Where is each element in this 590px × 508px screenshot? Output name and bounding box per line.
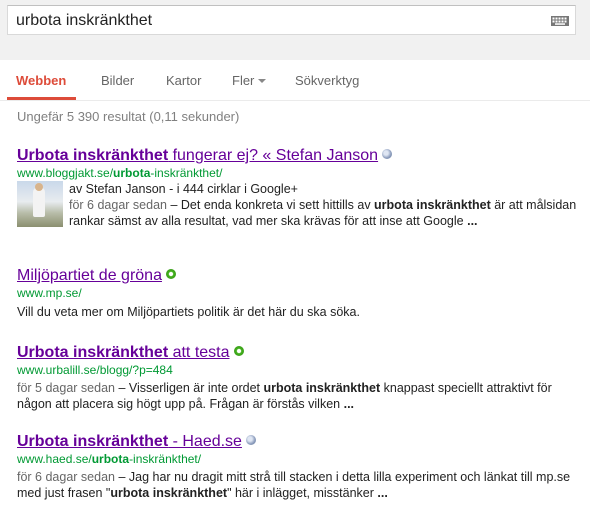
result-snippet: för 6 dagar sedan – Jag har nu dragit mi… [17,470,571,500]
tab-sokverktyg[interactable]: Sökverktyg [295,73,359,88]
search-result: Urbota inskränkthet - Haed.se www.haed.s… [17,432,577,501]
tab-webben[interactable]: Webben [16,73,66,88]
result-url: www.bloggjakt.se/urbota-inskränkthet/ [17,166,223,180]
result-url: www.haed.se/urbota-inskränkthet/ [17,452,202,466]
author-text: av Stefan Janson - i 444 cirklar i Googl… [69,181,577,229]
tab-label: Bilder [101,73,135,88]
keyboard-icon[interactable] [551,16,569,26]
result-url: www.urbalill.se/blogg/?p=484 [17,363,173,377]
tab-bilder[interactable]: Bilder [101,73,134,88]
active-tab-indicator [7,97,76,100]
search-result: Urbota inskränkthet att testa www.urbali… [17,343,577,412]
avatar-head [35,183,43,191]
chevron-down-icon [258,79,267,83]
result-title-link[interactable]: Urbota inskränkthet fungerar ej? « Stefa… [17,147,378,164]
preview-icon[interactable] [165,269,176,279]
tab-fler[interactable]: Fler [232,73,267,88]
result-snippet: Vill du veta mer om Miljöpartiets politi… [17,305,360,319]
preview-icon[interactable] [382,149,393,159]
author-block: av Stefan Janson - i 444 cirklar i Googl… [17,181,577,245]
search-result: Miljöpartiet de gröna www.mp.se/ Vill du… [17,266,577,320]
tab-kartor[interactable]: Kartor [166,73,201,88]
tab-label: Webben [16,73,67,88]
author-avatar[interactable] [17,181,63,227]
search-box[interactable] [7,5,576,35]
result-title-link[interactable]: Urbota inskränkthet - Haed.se [17,433,242,450]
result-snippet: för 5 dagar sedan – Visserligen är inte … [17,381,552,411]
tab-label: Sökverktyg [295,73,360,88]
avatar-figure [33,187,45,217]
preview-icon[interactable] [245,435,256,445]
search-input[interactable] [16,11,536,31]
result-title-link[interactable]: Urbota inskränkthet att testa [17,344,230,361]
result-stats: Ungefär 5 390 resultat (0,11 sekunder) [17,109,240,124]
tab-label: Fler [232,73,255,88]
result-snippet: för 6 dagar sedan – Det enda konkreta vi… [69,198,577,228]
author-byline: av Stefan Janson - i 444 cirklar i Googl… [69,182,298,196]
tab-label: Kartor [166,73,202,88]
search-result: Urbota inskränkthet fungerar ej? « Stefa… [17,146,577,245]
search-header [0,0,590,60]
preview-icon[interactable] [233,346,244,356]
result-url: www.mp.se/ [17,286,82,300]
result-title-link[interactable]: Miljöpartiet de gröna [17,267,162,284]
search-tabs: Webben Bilder Kartor Fler Sökverktyg [0,60,590,101]
